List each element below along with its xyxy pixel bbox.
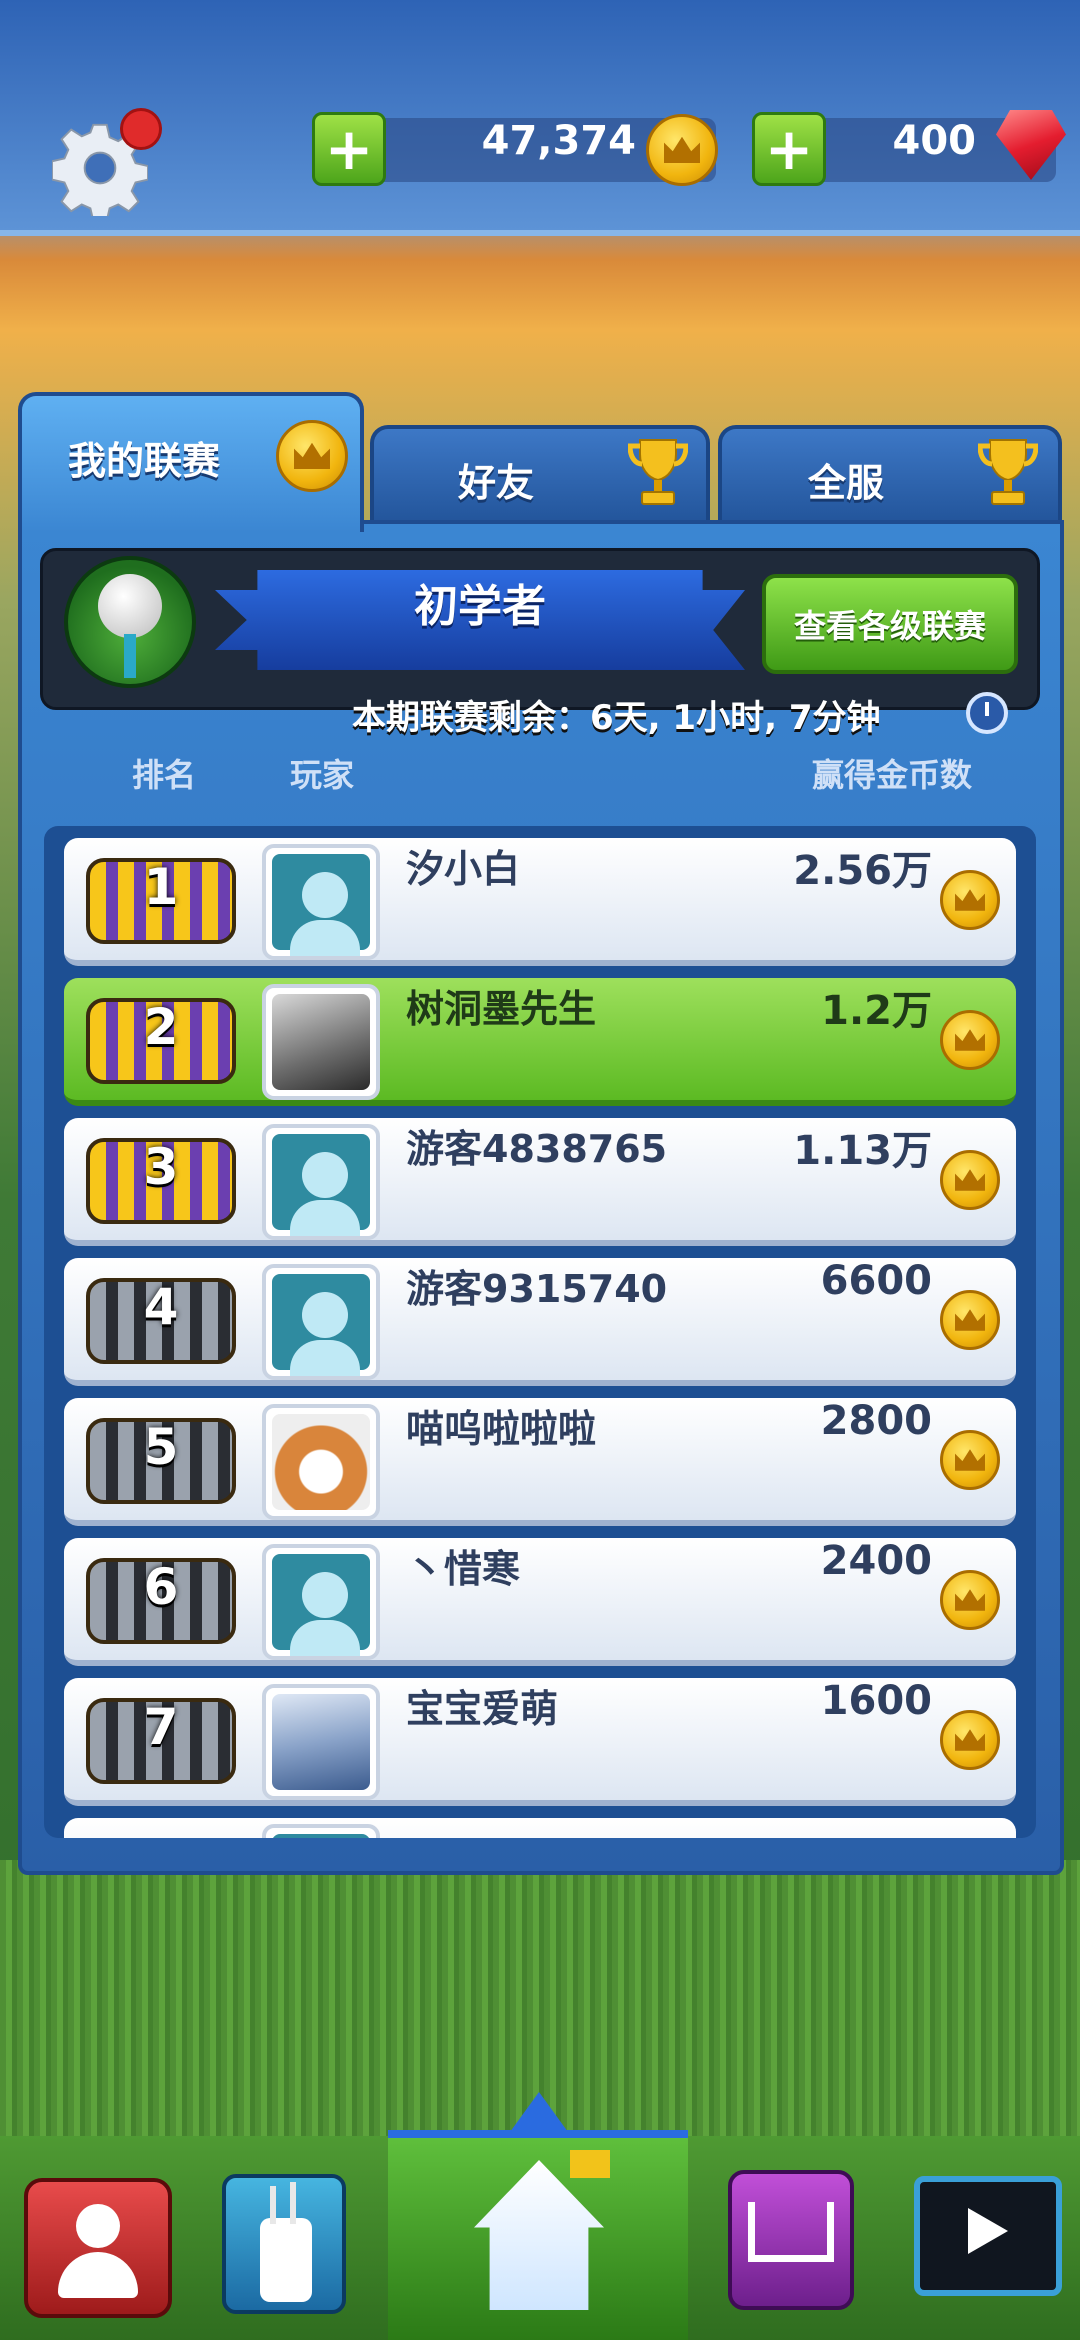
golf-bag-icon[interactable]: [222, 2174, 346, 2314]
golf-tee-icon: [64, 556, 196, 688]
notification-dot: [120, 108, 162, 150]
avatar[interactable]: [262, 1124, 380, 1240]
player-name: 丶惜寒: [406, 1547, 521, 1591]
rank-number: 2: [143, 998, 179, 1056]
coin-crown-icon: [940, 1710, 1000, 1770]
tab-global-label: 全服: [808, 461, 885, 505]
tab-my-league-label: 我的联赛: [68, 439, 221, 483]
avatar[interactable]: [262, 1684, 380, 1800]
add-gems-button[interactable]: +: [752, 112, 826, 186]
player-score: 2800: [820, 1398, 932, 1444]
gem-amount: 400: [892, 118, 977, 164]
rank-number: 5: [143, 1418, 179, 1476]
player-name: 喵呜啦啦啦: [406, 1407, 597, 1451]
clock-icon: [966, 692, 1008, 734]
coin-crown-icon: [646, 114, 718, 186]
rank-number: 4: [143, 1278, 179, 1336]
avatar[interactable]: [262, 984, 380, 1100]
player-score: 2400: [820, 1538, 932, 1584]
coin-crown-icon: [940, 870, 1000, 930]
cart-basket-shape: [748, 2202, 834, 2262]
table-row[interactable]: 6 丶惜寒 2400: [64, 1538, 1016, 1666]
table-row[interactable]: 4 游客9315740 6600: [64, 1258, 1016, 1386]
tab-friends-label: 好友: [458, 461, 535, 505]
player-name: 游客4838765: [406, 1127, 668, 1171]
rank-number: 6: [143, 1558, 179, 1616]
rank-number: 7: [143, 1698, 179, 1756]
team-icon[interactable]: [24, 2178, 172, 2318]
table-row-current-player[interactable]: 2 树洞墨先生 1.2万: [64, 978, 1016, 1106]
coin-crown-icon: [276, 420, 348, 492]
coin-crown-icon: [940, 1570, 1000, 1630]
player-name: 汐小白: [406, 847, 521, 891]
player-score: 1.13万: [793, 1128, 932, 1174]
flag-icon: [570, 2150, 610, 2178]
league-title: 初学者: [414, 581, 546, 632]
column-header-rank: 排名: [132, 756, 197, 794]
player-score: 1.2万: [821, 988, 932, 1034]
rank-number: 3: [143, 1138, 179, 1196]
add-coins-button[interactable]: +: [312, 112, 386, 186]
avatar[interactable]: [262, 1264, 380, 1380]
avatar[interactable]: [262, 1824, 380, 1838]
table-row[interactable]: 3 游客4838765 1.13万: [64, 1118, 1016, 1246]
coin-crown-icon: [940, 1290, 1000, 1350]
avatar[interactable]: [262, 1544, 380, 1660]
table-row[interactable]: 1 汐小白 2.56万: [64, 838, 1016, 966]
top-bar: [0, 0, 1080, 230]
table-row[interactable]: 5 喵呜啦啦啦 2800: [64, 1398, 1016, 1526]
player-name: 宝宝爱萌: [406, 1687, 559, 1731]
player-name: 树洞墨先生: [406, 987, 597, 1031]
league-countdown: 本期联赛剩余：6天, 1小时, 7分钟: [352, 698, 881, 738]
player-score: 6600: [820, 1258, 932, 1304]
coin-crown-icon: [940, 1010, 1000, 1070]
column-header-player: 玩家: [290, 756, 355, 794]
leaderboard-list[interactable]: 1 汐小白 2.56万 2 树洞墨先生 1.2万 3 游客4838765 1.1…: [44, 826, 1036, 1838]
avatar[interactable]: [262, 1404, 380, 1520]
rank-number: 1: [143, 858, 179, 916]
coin-crown-icon: [940, 1430, 1000, 1490]
trophy-icon: [628, 439, 688, 505]
player-name: 游客9315740: [406, 1267, 668, 1311]
coin-amount: 47,374: [481, 118, 636, 164]
coin-crown-icon: [940, 1150, 1000, 1210]
player-score: 2.56万: [793, 848, 932, 894]
view-leagues-button[interactable]: 查看各级联赛: [762, 574, 1018, 674]
player-score: 1600: [820, 1678, 932, 1724]
table-row[interactable]: 7 宝宝爱萌 1600: [64, 1678, 1016, 1806]
trophy-icon: [978, 439, 1038, 505]
avatar[interactable]: [262, 844, 380, 960]
table-row-partial[interactable]: [64, 1818, 1016, 1838]
column-header-coins: 赢得金币数: [812, 756, 973, 794]
